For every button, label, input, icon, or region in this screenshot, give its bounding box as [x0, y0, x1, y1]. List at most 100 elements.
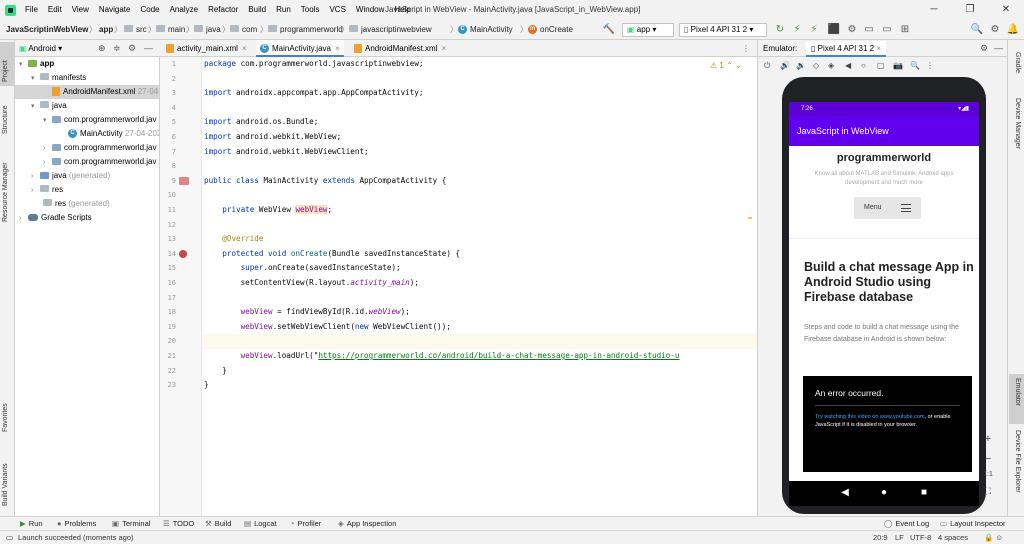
menu-window[interactable]: Window — [351, 0, 389, 20]
expand-arrow-icon[interactable]: › — [43, 156, 52, 169]
expand-arrow-icon[interactable]: › — [31, 170, 40, 183]
locate-icon[interactable]: ⊕ — [98, 40, 106, 57]
zoom-icon[interactable]: 🔍 — [910, 57, 920, 74]
sdk-manager-icon[interactable]: ▭ — [880, 23, 894, 37]
maximize-button[interactable]: ❐ — [952, 0, 988, 20]
breadcrumb-src[interactable]: src — [124, 20, 147, 40]
tab-activity-main-xml[interactable]: activity_main.xml × — [162, 40, 251, 57]
class-run-icon[interactable] — [179, 177, 189, 185]
fit-screen-icon[interactable]: ⛶ — [981, 484, 995, 498]
tab-mainactivity-java[interactable]: C MainActivity.java × — [256, 40, 344, 57]
close-tab-icon[interactable]: × — [876, 44, 881, 53]
breadcrumb-programmerworld[interactable]: programmerworld — [268, 20, 343, 40]
tool-event-log[interactable]: ◯ Event Log — [884, 517, 929, 531]
volume-down-icon[interactable]: 🔉 — [796, 57, 806, 74]
tool-terminal[interactable]: ▣ Terminal — [112, 517, 150, 531]
more-options-icon[interactable]: ⋮ — [926, 57, 934, 74]
search-icon[interactable]: 🔍 — [970, 23, 984, 37]
tree-row-gradle-scripts[interactable]: › Gradle Scripts — [15, 211, 159, 225]
tab-favorites[interactable]: Favorites — [0, 396, 15, 446]
expand-arrow-icon[interactable]: ▾ — [31, 100, 40, 113]
video-embed[interactable]: An error occurred. Try watching this vid… — [803, 376, 972, 472]
tool-todo[interactable]: ☰ TODO — [163, 517, 194, 531]
close-tab-icon[interactable]: × — [335, 44, 340, 53]
tab-menu-icon[interactable]: ⋮ — [742, 40, 750, 57]
close-window-button[interactable]: ✕ — [988, 0, 1024, 20]
menu-code[interactable]: Code — [135, 0, 164, 20]
tree-row-package-main[interactable]: ▾ com.programmerworld.jav — [15, 113, 159, 127]
gear-icon[interactable]: ⚙ — [980, 40, 988, 57]
tool-build[interactable]: ⚒ Build — [205, 517, 231, 531]
breadcrumb-oncreate[interactable]: m onCreate — [528, 20, 573, 40]
run-config-select[interactable]: ▣ app ▾ — [622, 23, 674, 37]
youtube-link[interactable]: Try watching this video on www.youtube.c… — [815, 414, 925, 420]
zoom-out-icon[interactable]: − — [981, 452, 995, 466]
rotate-right-icon[interactable]: ◈ — [828, 57, 834, 74]
file-encoding[interactable]: UTF-8 — [910, 531, 931, 544]
caret-position[interactable]: 20:9 — [873, 531, 888, 544]
breadcrumb-mainactivity[interactable]: C MainActivity — [458, 20, 513, 40]
zoom-in-icon[interactable]: + — [981, 432, 995, 446]
breadcrumb-com[interactable]: com — [230, 20, 257, 40]
debug-icon[interactable]: ⚙ — [845, 23, 859, 37]
breadcrumb-javascriptinwebview[interactable]: javascriptinwebview — [349, 20, 432, 40]
warning-indicator[interactable]: ⚠ 1 ⌃ ⌄ — [710, 61, 742, 70]
tree-row-manifests[interactable]: ▾ manifests — [15, 71, 159, 85]
menu-build[interactable]: Build — [243, 0, 271, 20]
tool-logcat[interactable]: ▤ Logcat — [244, 517, 277, 531]
actual-size-button[interactable]: 1:1 — [981, 468, 995, 482]
tree-row-app[interactable]: ▾ app — [15, 57, 159, 71]
tree-row-java-generated[interactable]: › java (generated) — [15, 169, 159, 183]
tool-run[interactable]: ▶ Run — [20, 517, 43, 531]
close-tab-icon[interactable]: × — [441, 44, 446, 53]
gear-icon[interactable]: ⚙ — [128, 40, 136, 57]
overview-icon[interactable]: ▢ — [877, 57, 885, 74]
expand-arrow-icon[interactable]: › — [31, 184, 40, 197]
expand-arrow-icon[interactable]: › — [43, 142, 52, 155]
project-view-select[interactable]: ▣ Android ▾ — [19, 40, 62, 57]
power-icon[interactable]: ⏻ — [764, 57, 770, 74]
tab-androidmanifest-xml[interactable]: AndroidManifest.xml × — [350, 40, 450, 57]
breadcrumb-java[interactable]: java — [194, 20, 221, 40]
tree-row-res[interactable]: › res — [15, 183, 159, 197]
menu-tools[interactable]: Tools — [296, 0, 325, 20]
breadcrumb-app[interactable]: app — [99, 20, 113, 40]
tab-device-file-explorer[interactable]: Device File Explorer — [1010, 430, 1024, 510]
expand-arrow-icon[interactable]: ▾ — [31, 72, 40, 85]
tab-gradle[interactable]: Gradle — [1010, 52, 1024, 92]
back-icon[interactable]: ◀ — [845, 57, 851, 74]
expand-arrow-icon[interactable]: › — [19, 212, 28, 225]
tree-row-androidmanifest[interactable]: AndroidManifest.xml 27-04 — [15, 85, 159, 99]
status-message[interactable]: Launch succeeded (moments ago) — [18, 531, 134, 544]
tab-emulator[interactable]: Emulator — [1009, 374, 1024, 424]
close-tab-icon[interactable]: × — [242, 44, 247, 53]
home-icon[interactable]: ○ — [861, 57, 866, 74]
device-manager-icon[interactable]: ▭ — [862, 23, 876, 37]
stop-icon[interactable]: ⬛ — [827, 23, 841, 37]
project-structure-icon[interactable]: ⊞ — [898, 23, 912, 37]
lock-icon[interactable]: 🔒 ☺ — [984, 531, 1003, 544]
menu-refactor[interactable]: Refactor — [203, 0, 243, 20]
breadcrumb-project[interactable]: JavaScriptinWebView — [6, 20, 88, 40]
menu-navigate[interactable]: Navigate — [94, 0, 136, 20]
apply-code-changes-icon[interactable]: ⚡ — [807, 23, 821, 37]
collapse-all-icon[interactable]: ≑ — [113, 40, 121, 57]
rotate-left-icon[interactable]: ◇ — [813, 57, 819, 74]
tree-row-mainactivity[interactable]: CMainActivity 27-04-2022 — [15, 127, 159, 141]
menu-vcs[interactable]: VCS — [324, 0, 350, 20]
menu-view[interactable]: View — [67, 0, 94, 20]
tab-project[interactable]: Project — [0, 42, 15, 86]
menu-file[interactable]: File — [20, 0, 43, 20]
nav-home-icon[interactable]: ● — [877, 487, 891, 498]
expand-arrow-icon[interactable]: ▾ — [43, 114, 52, 127]
phone-screen[interactable]: 7:26 ▾◢▮ JavaScript in WebView programmer… — [789, 102, 979, 506]
tool-layout-inspector[interactable]: ▭ Layout Inspector — [940, 517, 1006, 531]
menu-run[interactable]: Run — [271, 0, 296, 20]
site-menu-button[interactable]: Menu — [854, 197, 921, 219]
notifications-icon[interactable]: 🔔 — [1006, 23, 1020, 37]
tree-row-java[interactable]: ▾ java — [15, 99, 159, 113]
override-method-icon[interactable] — [179, 250, 187, 258]
tool-profiler[interactable]: ◔ Profiler — [290, 517, 321, 531]
tree-row-package-test[interactable]: › com.programmerworld.jav — [15, 155, 159, 169]
expand-arrow-icon[interactable]: ▾ — [19, 58, 28, 71]
